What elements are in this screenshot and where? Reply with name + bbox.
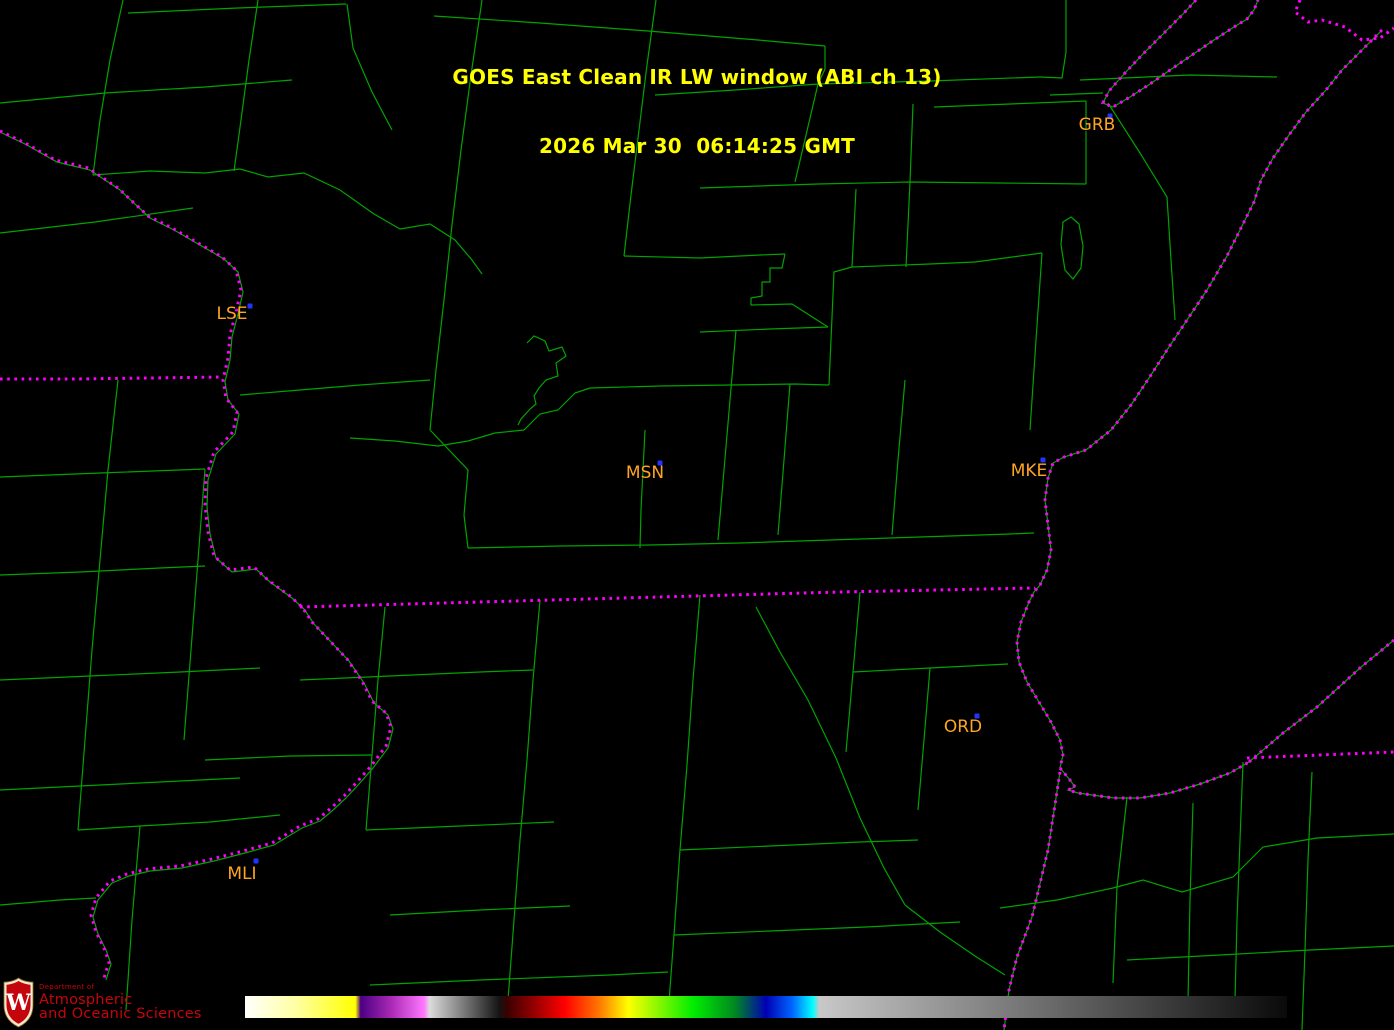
county-line [365, 606, 386, 831]
county-line [623, 253, 786, 259]
county-line [679, 839, 919, 851]
county-line [77, 379, 119, 831]
county-line [299, 669, 534, 681]
county-line [1126, 945, 1394, 961]
county-line [673, 921, 961, 936]
county-line [433, 15, 826, 47]
county-line [1112, 796, 1128, 984]
county-line [999, 833, 1394, 909]
county-line [77, 814, 281, 831]
state-border-dotted-line [1100, 0, 1260, 109]
logo-line2: and Oceanic Sciences [39, 1006, 202, 1022]
county-line [429, 429, 469, 549]
county-line [0, 777, 241, 791]
county-line [92, 0, 124, 176]
station-label-mli: MLI [227, 864, 257, 884]
county-line [233, 0, 259, 172]
station-label-lse: LSE [216, 304, 248, 324]
county-line [717, 329, 737, 541]
county-line [933, 100, 1087, 108]
county-line [0, 897, 97, 906]
county-line [1301, 771, 1313, 1030]
county-line [92, 168, 483, 275]
county-line [917, 667, 931, 811]
county-line [1187, 802, 1194, 1001]
state-border-dotted-line [0, 129, 393, 979]
station-label-grb: GRB [1078, 115, 1116, 135]
county-line [0, 565, 206, 576]
crest-letter: W [5, 990, 31, 1016]
county-line [852, 663, 1009, 673]
county-lines [0, 0, 1394, 1030]
county-line [667, 594, 701, 1016]
aos-logo-text: Department of Atmospheric and Oceanic Sc… [39, 983, 202, 1022]
station-dot-lse [247, 303, 253, 309]
county-line [349, 387, 591, 447]
county-line [183, 468, 206, 741]
aos-logo: W Department of Atmospheric and Oceanic … [3, 977, 202, 1028]
county-line [1107, 102, 1176, 321]
state-border-dotted-line [0, 375, 224, 381]
county-line [0, 79, 293, 104]
county-line [905, 103, 914, 268]
ir-enhancement-colorbar [245, 996, 1287, 1018]
county-line [127, 3, 347, 14]
county-line [1234, 761, 1244, 1001]
state-border-dotted-line [1015, 28, 1384, 769]
county-line [369, 971, 669, 986]
logo-department-line: Department of [39, 983, 95, 991]
station-dot-mli [253, 858, 259, 864]
county-line [1039, 0, 1067, 79]
county-line [429, 0, 483, 431]
county-line [623, 0, 657, 257]
county-line [0, 667, 261, 681]
county-line [467, 532, 1035, 549]
county-line [699, 326, 829, 333]
county-line [389, 905, 571, 916]
county-line [794, 46, 826, 183]
county-line [828, 188, 857, 386]
state-border-dotted-line [1293, 0, 1394, 42]
county-line [1049, 92, 1104, 96]
county-line [346, 3, 393, 131]
county-line [1, 132, 394, 981]
county-line [777, 383, 791, 536]
county-line [1029, 252, 1043, 431]
state-border-dotted-line [1058, 760, 1250, 800]
state-borders [0, 0, 1394, 1030]
county-line [654, 76, 1041, 96]
county-line [891, 379, 906, 536]
county-line [589, 383, 830, 389]
uw-crest-icon: W [3, 977, 34, 1028]
county-line [1016, 29, 1394, 799]
station-label-mke: MKE [1010, 461, 1048, 481]
county-line [0, 468, 206, 478]
state-border-dotted-line [299, 586, 1036, 609]
county-line [750, 253, 829, 328]
county-line [904, 904, 1006, 976]
state-border-dotted-line [1246, 750, 1394, 760]
county-line [639, 429, 646, 549]
county-line [365, 821, 555, 831]
county-line [204, 754, 373, 761]
county-line [755, 606, 906, 906]
station-label-ord: ORD [943, 717, 983, 737]
logo-line1: Atmospheric [39, 992, 133, 1008]
county-line [517, 335, 567, 426]
county-line [851, 252, 1043, 268]
county-line [239, 379, 431, 396]
county-line [1060, 216, 1084, 280]
county-line [699, 181, 1087, 189]
county-line [507, 599, 541, 1001]
map-canvas [0, 0, 1394, 1030]
satellite-display: GRB LSE MSN MKE ORD MLI GOES East Clean IR LW… [0, 0, 1394, 1030]
county-line [1079, 74, 1278, 81]
county-line [0, 207, 194, 234]
station-label-msn: MSN [625, 463, 665, 483]
